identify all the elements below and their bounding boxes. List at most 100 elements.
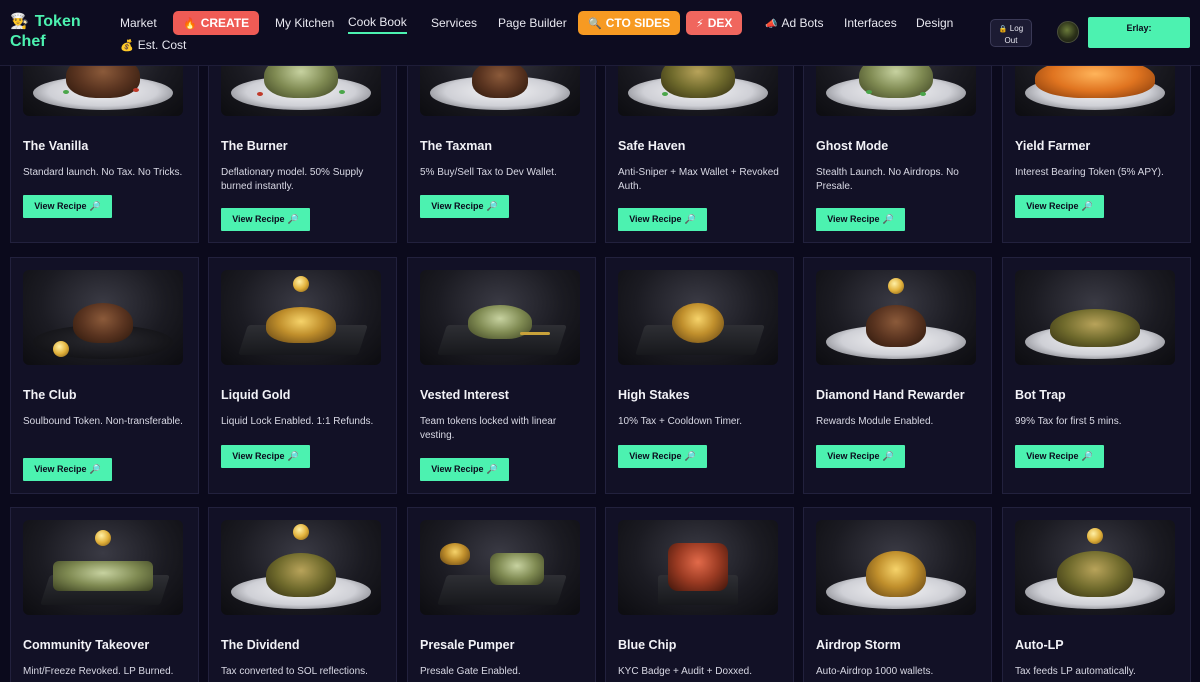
recipe-title: The Taxman (420, 139, 493, 153)
recipe-title: Bot Trap (1015, 388, 1066, 402)
recipe-description: Interest Bearing Token (5% APY). (1015, 167, 1164, 178)
nav-create-label: CREATE (200, 16, 250, 30)
nav-ad-bots-label: Ad Bots (781, 16, 824, 30)
recipe-title: The Burner (221, 139, 288, 153)
magnifier-icon: 🔎 (882, 451, 894, 461)
recipe-title: Vested Interest (420, 388, 509, 402)
magnifier-icon: 🔎 (1081, 201, 1093, 211)
recipe-card: Bot Trap 99% Tax for first 5 mins. View … (1002, 257, 1191, 494)
recipe-grid: The Vanilla Standard launch. No Tax. No … (0, 0, 1200, 682)
nav-my-kitchen[interactable]: My Kitchen (275, 11, 334, 35)
site-logo[interactable]: 👨‍🍳 Token Chef (10, 12, 90, 52)
view-recipe-button[interactable]: View Recipe 🔎 (618, 445, 707, 468)
nav-cook-book[interactable]: Cook Book (348, 11, 407, 34)
recipe-description: Soulbound Token. Non-transferable. (23, 416, 183, 427)
user-label: Erlay: (1126, 23, 1152, 33)
view-recipe-button[interactable]: View Recipe 🔎 (618, 208, 707, 231)
dish-image (618, 520, 778, 615)
view-recipe-label: View Recipe (827, 451, 880, 461)
recipe-description: KYC Badge + Audit + Doxxed. (618, 666, 752, 677)
recipe-card: Community Takeover Mint/Freeze Revoked. … (10, 507, 199, 682)
nav-dex-label: DEX (707, 16, 733, 30)
logo-text-chef: Chef (10, 33, 46, 50)
logout-button[interactable]: 🔒 Log Out (990, 19, 1032, 47)
view-recipe-button[interactable]: View Recipe 🔎 (221, 208, 310, 231)
logo-text-token: Token (34, 13, 81, 30)
view-recipe-button[interactable]: View Recipe 🔎 (420, 458, 509, 481)
dish-image (618, 270, 778, 365)
magnifier-icon: 🔎 (287, 451, 299, 461)
recipe-title: Ghost Mode (816, 139, 889, 153)
user-avatar[interactable] (1057, 21, 1079, 43)
fire-icon: 🔥 (183, 18, 197, 30)
dish-image (420, 520, 580, 615)
recipe-card: Vested Interest Team tokens locked with … (407, 257, 596, 494)
recipe-title: Safe Haven (618, 139, 686, 153)
recipe-title: Yield Farmer (1015, 139, 1091, 153)
magnifier-icon: 🔎 (89, 201, 101, 211)
dish-image (23, 270, 183, 365)
recipe-card: Airdrop Storm Auto-Airdrop 1000 wallets. (803, 507, 992, 682)
view-recipe-label: View Recipe (827, 214, 880, 224)
chef-icon: 👨‍🍳 (10, 13, 29, 30)
recipe-title: Blue Chip (618, 638, 677, 652)
recipe-description: Mint/Freeze Revoked. LP Burned. (23, 666, 174, 677)
dish-image (1015, 270, 1175, 365)
recipe-description: Tax feeds LP automatically. (1015, 666, 1136, 677)
view-recipe-button[interactable]: View Recipe 🔎 (23, 195, 112, 218)
recipe-description: Deflationary model. 50% Supply burned in… (221, 167, 364, 192)
magnifier-icon: 🔎 (287, 214, 299, 224)
view-recipe-label: View Recipe (431, 201, 484, 211)
view-recipe-label: View Recipe (431, 464, 484, 474)
dish-image (23, 520, 183, 615)
magnifier-icon: 🔎 (684, 451, 696, 461)
view-recipe-button[interactable]: View Recipe 🔎 (816, 445, 905, 468)
nav-dex-button[interactable]: ⚡ DEX (686, 11, 743, 35)
nav-cto-sides-label: CTO SIDES (605, 16, 671, 30)
magnifier-icon: 🔎 (486, 464, 498, 474)
user-wallet-box[interactable]: Erlay: (1088, 17, 1190, 48)
recipe-card: The Club Soulbound Token. Non-transferab… (10, 257, 199, 494)
magnifier-icon: 🔎 (1081, 451, 1093, 461)
recipe-title: The Club (23, 388, 77, 402)
dish-image (221, 520, 381, 615)
nav-services[interactable]: Services (431, 11, 477, 35)
recipe-description: Stealth Launch. No Airdrops. No Presale. (816, 167, 959, 192)
est-cost: 💰 Est. Cost (120, 38, 186, 52)
view-recipe-button[interactable]: View Recipe 🔎 (816, 208, 905, 231)
top-navbar: 👨‍🍳 Token Chef 💰 Est. Cost Market 🔥 CREATE … (0, 0, 1200, 66)
recipe-card: Liquid Gold Liquid Lock Enabled. 1:1 Ref… (208, 257, 397, 494)
view-recipe-label: View Recipe (629, 451, 682, 461)
logout-label-line2: Out (1004, 36, 1018, 45)
view-recipe-button[interactable]: View Recipe 🔎 (23, 458, 112, 481)
magnifier-icon: 🔎 (684, 214, 696, 224)
nav-market[interactable]: Market (120, 11, 157, 35)
dish-image (1015, 520, 1175, 615)
view-recipe-button[interactable]: View Recipe 🔎 (1015, 195, 1104, 218)
recipe-description: Tax converted to SOL reflections. (221, 666, 368, 677)
nav-create-button[interactable]: 🔥 CREATE (173, 11, 260, 35)
recipe-title: Airdrop Storm (816, 638, 901, 652)
nav-interfaces[interactable]: Interfaces (844, 11, 897, 35)
recipe-title: High Stakes (618, 388, 690, 402)
magnifier-icon: 🔎 (89, 464, 101, 474)
recipe-description: Team tokens locked with linear vesting. (420, 416, 557, 441)
nav-page-builder[interactable]: Page Builder (498, 11, 567, 35)
recipe-card: High Stakes 10% Tax + Cooldown Timer. Vi… (605, 257, 794, 494)
nav-design[interactable]: Design (916, 11, 953, 35)
recipe-title: The Vanilla (23, 139, 89, 153)
nav-cto-sides-button[interactable]: 🔍 CTO SIDES (578, 11, 681, 35)
lock-icon: 🔒 (998, 26, 1008, 33)
view-recipe-label: View Recipe (34, 464, 87, 474)
view-recipe-label: View Recipe (1026, 201, 1079, 211)
recipe-card: The Dividend Tax converted to SOL reflec… (208, 507, 397, 682)
magnifier-icon: 🔍 (588, 18, 602, 30)
magnifier-icon: 🔎 (882, 214, 894, 224)
recipe-title: Diamond Hand Rewarder (816, 388, 965, 402)
nav-ad-bots[interactable]: 📣 Ad Bots (765, 11, 823, 35)
view-recipe-button[interactable]: View Recipe 🔎 (1015, 445, 1104, 468)
view-recipe-button[interactable]: View Recipe 🔎 (420, 195, 509, 218)
view-recipe-button[interactable]: View Recipe 🔎 (221, 445, 310, 468)
recipe-card: Presale Pumper Presale Gate Enabled. (407, 507, 596, 682)
recipe-title: The Dividend (221, 638, 300, 652)
